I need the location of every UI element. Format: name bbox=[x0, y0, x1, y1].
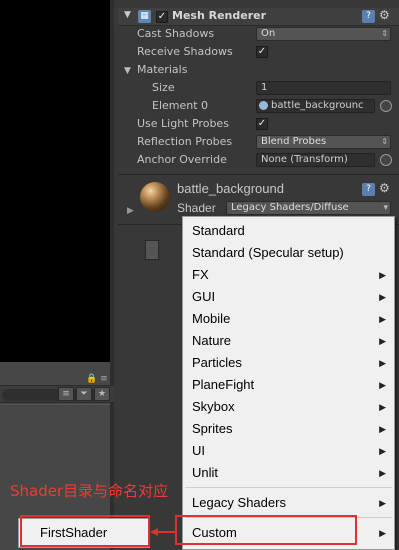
submenu-arrow-icon: ▶ bbox=[379, 424, 386, 434]
submenu-arrow-icon: ▶ bbox=[379, 528, 386, 538]
scene-viewport[interactable] bbox=[0, 0, 110, 362]
size-label: Size bbox=[152, 81, 175, 94]
menu-item-label: Mobile bbox=[192, 311, 231, 326]
annotation-arrow-head bbox=[150, 528, 158, 536]
star-icon[interactable]: ★ bbox=[94, 387, 110, 401]
updown-icon: ⇕ bbox=[381, 29, 388, 38]
menu-item-sprites[interactable]: Sprites ▶ bbox=[184, 418, 393, 440]
add-component-button[interactable] bbox=[145, 240, 159, 260]
shader-dropdown[interactable]: Legacy Shaders/Diffuse ▾ bbox=[226, 201, 391, 215]
menu-item-unlit[interactable]: Unlit ▶ bbox=[184, 462, 393, 484]
menu-item-skybox[interactable]: Skybox ▶ bbox=[184, 396, 393, 418]
menu-item-standard-specular-setup[interactable]: Standard (Specular setup) bbox=[184, 242, 393, 264]
submenu-arrow-icon: ▶ bbox=[379, 402, 386, 412]
menu-item-nature[interactable]: Nature ▶ bbox=[184, 330, 393, 352]
shader-menu: Standard Standard (Specular setup) FX ▶ GUI ▶… bbox=[182, 216, 395, 550]
menu-item-label: GUI bbox=[192, 289, 216, 304]
cast-shadows-label: Cast Shadows bbox=[137, 27, 215, 40]
menu-item-label: FX bbox=[192, 267, 209, 282]
menu-item-label: Nature bbox=[192, 333, 232, 348]
reflection-probes-dropdown[interactable]: Blend Probes ⇕ bbox=[256, 135, 391, 149]
lock-icon[interactable]: 🔒 ≡ bbox=[86, 374, 114, 385]
highlight-box-custom bbox=[175, 515, 357, 545]
submenu-arrow-icon: ▶ bbox=[379, 358, 386, 368]
annotation-arrow bbox=[156, 531, 176, 533]
materials-foldout-icon[interactable]: ▼ bbox=[124, 66, 131, 76]
menu-item-label: Skybox bbox=[192, 399, 235, 414]
anchor-override-label: Anchor Override bbox=[137, 153, 227, 166]
menu-item-fx[interactable]: FX ▶ bbox=[184, 264, 393, 286]
mesh-renderer-icon: ▦ bbox=[138, 10, 151, 23]
project-toolbar-buttons: ≡ ⏷ ★ bbox=[46, 386, 110, 402]
mesh-renderer-header[interactable]: ▼ ▦ ✓ Mesh Renderer ? ⚙ bbox=[118, 8, 399, 26]
menu-item-gui[interactable]: GUI ▶ bbox=[184, 286, 393, 308]
element0-label: Element 0 bbox=[152, 99, 209, 112]
menu-item-label: PlaneFight bbox=[192, 377, 255, 392]
object-picker-icon[interactable] bbox=[380, 100, 392, 112]
divider bbox=[118, 174, 399, 175]
size-field[interactable]: 1 bbox=[256, 81, 391, 95]
menu-item-label: Unlit bbox=[192, 465, 219, 480]
layers-icon[interactable]: ≡ bbox=[58, 387, 74, 401]
settings-icon[interactable]: ⚙ bbox=[379, 8, 390, 22]
submenu-arrow-icon: ▶ bbox=[379, 270, 386, 280]
submenu-arrow-icon: ▶ bbox=[379, 380, 386, 390]
help-icon[interactable]: ? bbox=[362, 183, 375, 196]
shader-label: Shader bbox=[177, 201, 216, 215]
submenu-arrow-icon: ▶ bbox=[379, 498, 386, 508]
menu-item-label: Legacy Shaders bbox=[192, 495, 286, 510]
material-icon bbox=[259, 101, 268, 110]
material-preview-sphere bbox=[140, 182, 170, 212]
menu-item-label: Sprites bbox=[192, 421, 233, 436]
menu-separator bbox=[185, 487, 392, 488]
submenu-arrow-icon: ▶ bbox=[379, 336, 386, 346]
menu-item-particles[interactable]: Particles ▶ bbox=[184, 352, 393, 374]
highlight-box-firstshader bbox=[20, 515, 150, 547]
updown-icon: ⇕ bbox=[381, 137, 388, 146]
use-light-probes-checkbox[interactable]: ✓ bbox=[256, 118, 268, 130]
expand-arrow-icon[interactable]: ▶ bbox=[127, 206, 134, 216]
cast-shadows-dropdown[interactable]: On ⇕ bbox=[256, 27, 391, 41]
settings-icon[interactable]: ⚙ bbox=[379, 181, 390, 195]
receive-shadows-label: Receive Shadows bbox=[137, 45, 233, 58]
use-light-probes-label: Use Light Probes bbox=[137, 117, 229, 130]
dropdown-arrow-icon: ▾ bbox=[383, 203, 388, 213]
annotation-text: Shader目录与命名对应 bbox=[10, 482, 169, 500]
submenu-arrow-icon: ▶ bbox=[379, 446, 386, 456]
menu-item-ui[interactable]: UI ▶ bbox=[184, 440, 393, 462]
submenu-arrow-icon: ▶ bbox=[379, 314, 386, 324]
menu-item-standard[interactable]: Standard bbox=[184, 220, 393, 242]
object-picker-icon[interactable] bbox=[380, 154, 392, 166]
tag-icon[interactable]: ⏷ bbox=[76, 387, 92, 401]
element0-field[interactable]: battle_backgrounc bbox=[256, 99, 375, 113]
submenu-arrow-icon: ▶ bbox=[379, 292, 386, 302]
menu-item-mobile[interactable]: Mobile ▶ bbox=[184, 308, 393, 330]
anchor-override-field[interactable]: None (Transform) bbox=[256, 153, 375, 167]
component-enabled-checkbox[interactable]: ✓ bbox=[156, 11, 168, 23]
reflection-probes-label: Reflection Probes bbox=[137, 135, 233, 148]
menu-item-planefight[interactable]: PlaneFight ▶ bbox=[184, 374, 393, 396]
help-icon[interactable]: ? bbox=[362, 10, 375, 23]
receive-shadows-checkbox[interactable]: ✓ bbox=[256, 46, 268, 58]
submenu-arrow-icon: ▶ bbox=[379, 468, 386, 478]
menu-item-label: Particles bbox=[192, 355, 242, 370]
material-name: battle_background bbox=[177, 181, 284, 196]
component-title: Mesh Renderer bbox=[172, 9, 267, 22]
menu-item-label: UI bbox=[192, 443, 205, 458]
menu-item-legacy-shaders[interactable]: Legacy Shaders ▶ bbox=[184, 492, 393, 514]
materials-label[interactable]: Materials bbox=[137, 62, 187, 78]
collapse-icon[interactable]: ▼ bbox=[124, 10, 131, 20]
